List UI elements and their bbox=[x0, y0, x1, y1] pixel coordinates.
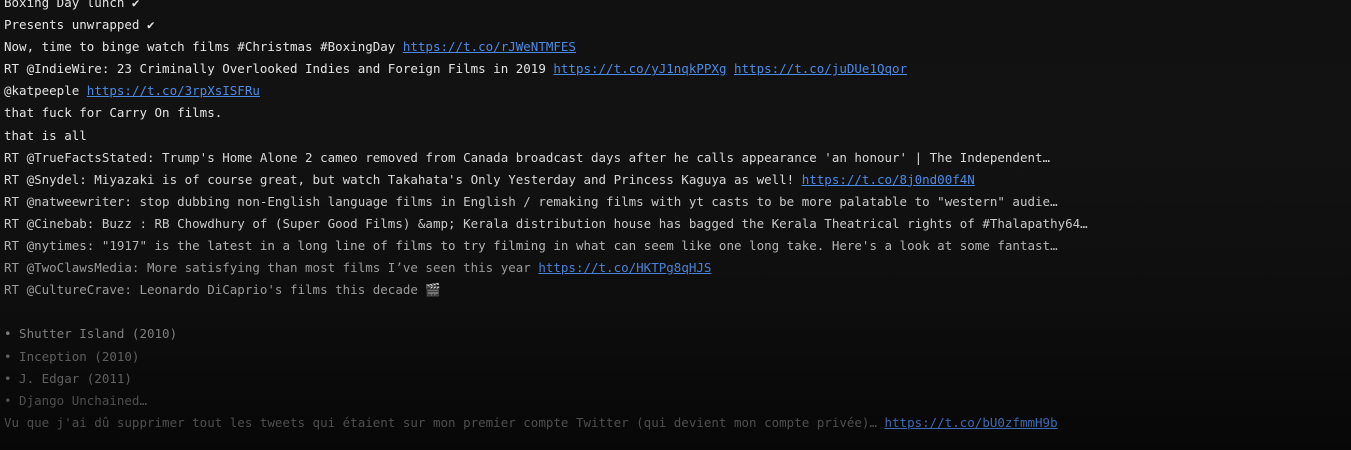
line-text: • Django Unchained… bbox=[4, 392, 147, 408]
feed-line: RT @TwoClawsMedia: More satisfying than … bbox=[4, 257, 1204, 279]
line-text: Now, time to binge watch films #Christma… bbox=[4, 39, 403, 55]
feed-line: RT @natweewriter: stop dubbing non-Engli… bbox=[4, 191, 1204, 213]
feed-line: RT @Snydel: Miyazaki is of course great,… bbox=[4, 169, 1204, 191]
feed-line-empty bbox=[4, 301, 1204, 323]
feed-line: RT @nytimes: "1917" is the latest in a l… bbox=[4, 235, 1204, 257]
feed-line: • Inception (2010) bbox=[4, 346, 1204, 368]
tweet-feed: Boxing Day lunch ✔ Presents unwrapped ✔ … bbox=[4, 0, 1204, 434]
line-text: RT @TrueFactsStated: Trump's Home Alone … bbox=[4, 149, 1051, 165]
feed-line: that fuck for Carry On films. bbox=[4, 102, 1204, 124]
tweet-link[interactable]: https://t.co/yJ1nqkPPXg bbox=[553, 61, 726, 76]
line-text: Boxing Day lunch ✔ bbox=[4, 0, 140, 10]
line-text: RT @CultureCrave: Leonardo DiCaprio's fi… bbox=[4, 282, 441, 298]
feed-line: RT @IndieWire: 23 Criminally Overlooked … bbox=[4, 58, 1204, 80]
line-text: that is all bbox=[4, 127, 87, 143]
feed-line: • J. Edgar (2011) bbox=[4, 368, 1204, 390]
feed-line: Presents unwrapped ✔ bbox=[4, 14, 1204, 36]
feed-line: RT @TrueFactsStated: Trump's Home Alone … bbox=[4, 147, 1204, 169]
line-text: @katpeeple bbox=[4, 83, 87, 99]
feed-line: • Shutter Island (2010) bbox=[4, 323, 1204, 345]
tweet-link-2[interactable]: https://t.co/juDUe1Qqor bbox=[734, 61, 907, 76]
tweet-link[interactable]: https://t.co/HKTPg8qHJS bbox=[538, 260, 711, 275]
line-text: Presents unwrapped ✔ bbox=[4, 17, 155, 33]
line-text: RT @Snydel: Miyazaki is of course great,… bbox=[4, 171, 802, 187]
line-text: • Inception (2010) bbox=[4, 348, 140, 364]
tweet-link[interactable]: https://t.co/rJWeNTMFES bbox=[403, 39, 576, 54]
tweet-link[interactable]: https://t.co/3rpXsISFRu bbox=[87, 83, 260, 98]
line-text: that fuck for Carry On films. bbox=[4, 105, 223, 121]
feed-line: RT @Cinebab: Buzz : RB Chowdhury of (Sup… bbox=[4, 213, 1204, 235]
line-text: • Shutter Island (2010) bbox=[4, 326, 178, 342]
feed-line: Boxing Day lunch ✔ bbox=[4, 0, 1204, 14]
feed-line: Vu que j'ai dû supprimer tout les tweets… bbox=[4, 412, 1204, 434]
line-text: RT @natweewriter: stop dubbing non-Engli… bbox=[4, 193, 1058, 209]
line-text: Vu que j'ai dû supprimer tout les tweets… bbox=[4, 414, 885, 430]
feed-line: that is all bbox=[4, 125, 1204, 147]
tweet-link[interactable]: https://t.co/bU0zfmmH9b bbox=[885, 415, 1058, 430]
feed-line: Now, time to binge watch films #Christma… bbox=[4, 36, 1204, 58]
line-text: RT @IndieWire: 23 Criminally Overlooked … bbox=[4, 61, 554, 77]
line-text: RT @TwoClawsMedia: More satisfying than … bbox=[4, 260, 539, 276]
terminal-window: { "feed": { "lines": [ {"text": "Boxing … bbox=[0, 0, 1351, 450]
line-text: RT @nytimes: "1917" is the latest in a l… bbox=[4, 238, 1058, 254]
feed-line: • Django Unchained… bbox=[4, 390, 1204, 412]
line-text: RT @Cinebab: Buzz : RB Chowdhury of (Sup… bbox=[4, 215, 1088, 231]
tweet-link[interactable]: https://t.co/8j0nd00f4N bbox=[802, 172, 975, 187]
feed-line: RT @CultureCrave: Leonardo DiCaprio's fi… bbox=[4, 279, 1204, 301]
line-text: • J. Edgar (2011) bbox=[4, 370, 132, 386]
feed-line: @katpeeple https://t.co/3rpXsISFRu bbox=[4, 80, 1204, 102]
